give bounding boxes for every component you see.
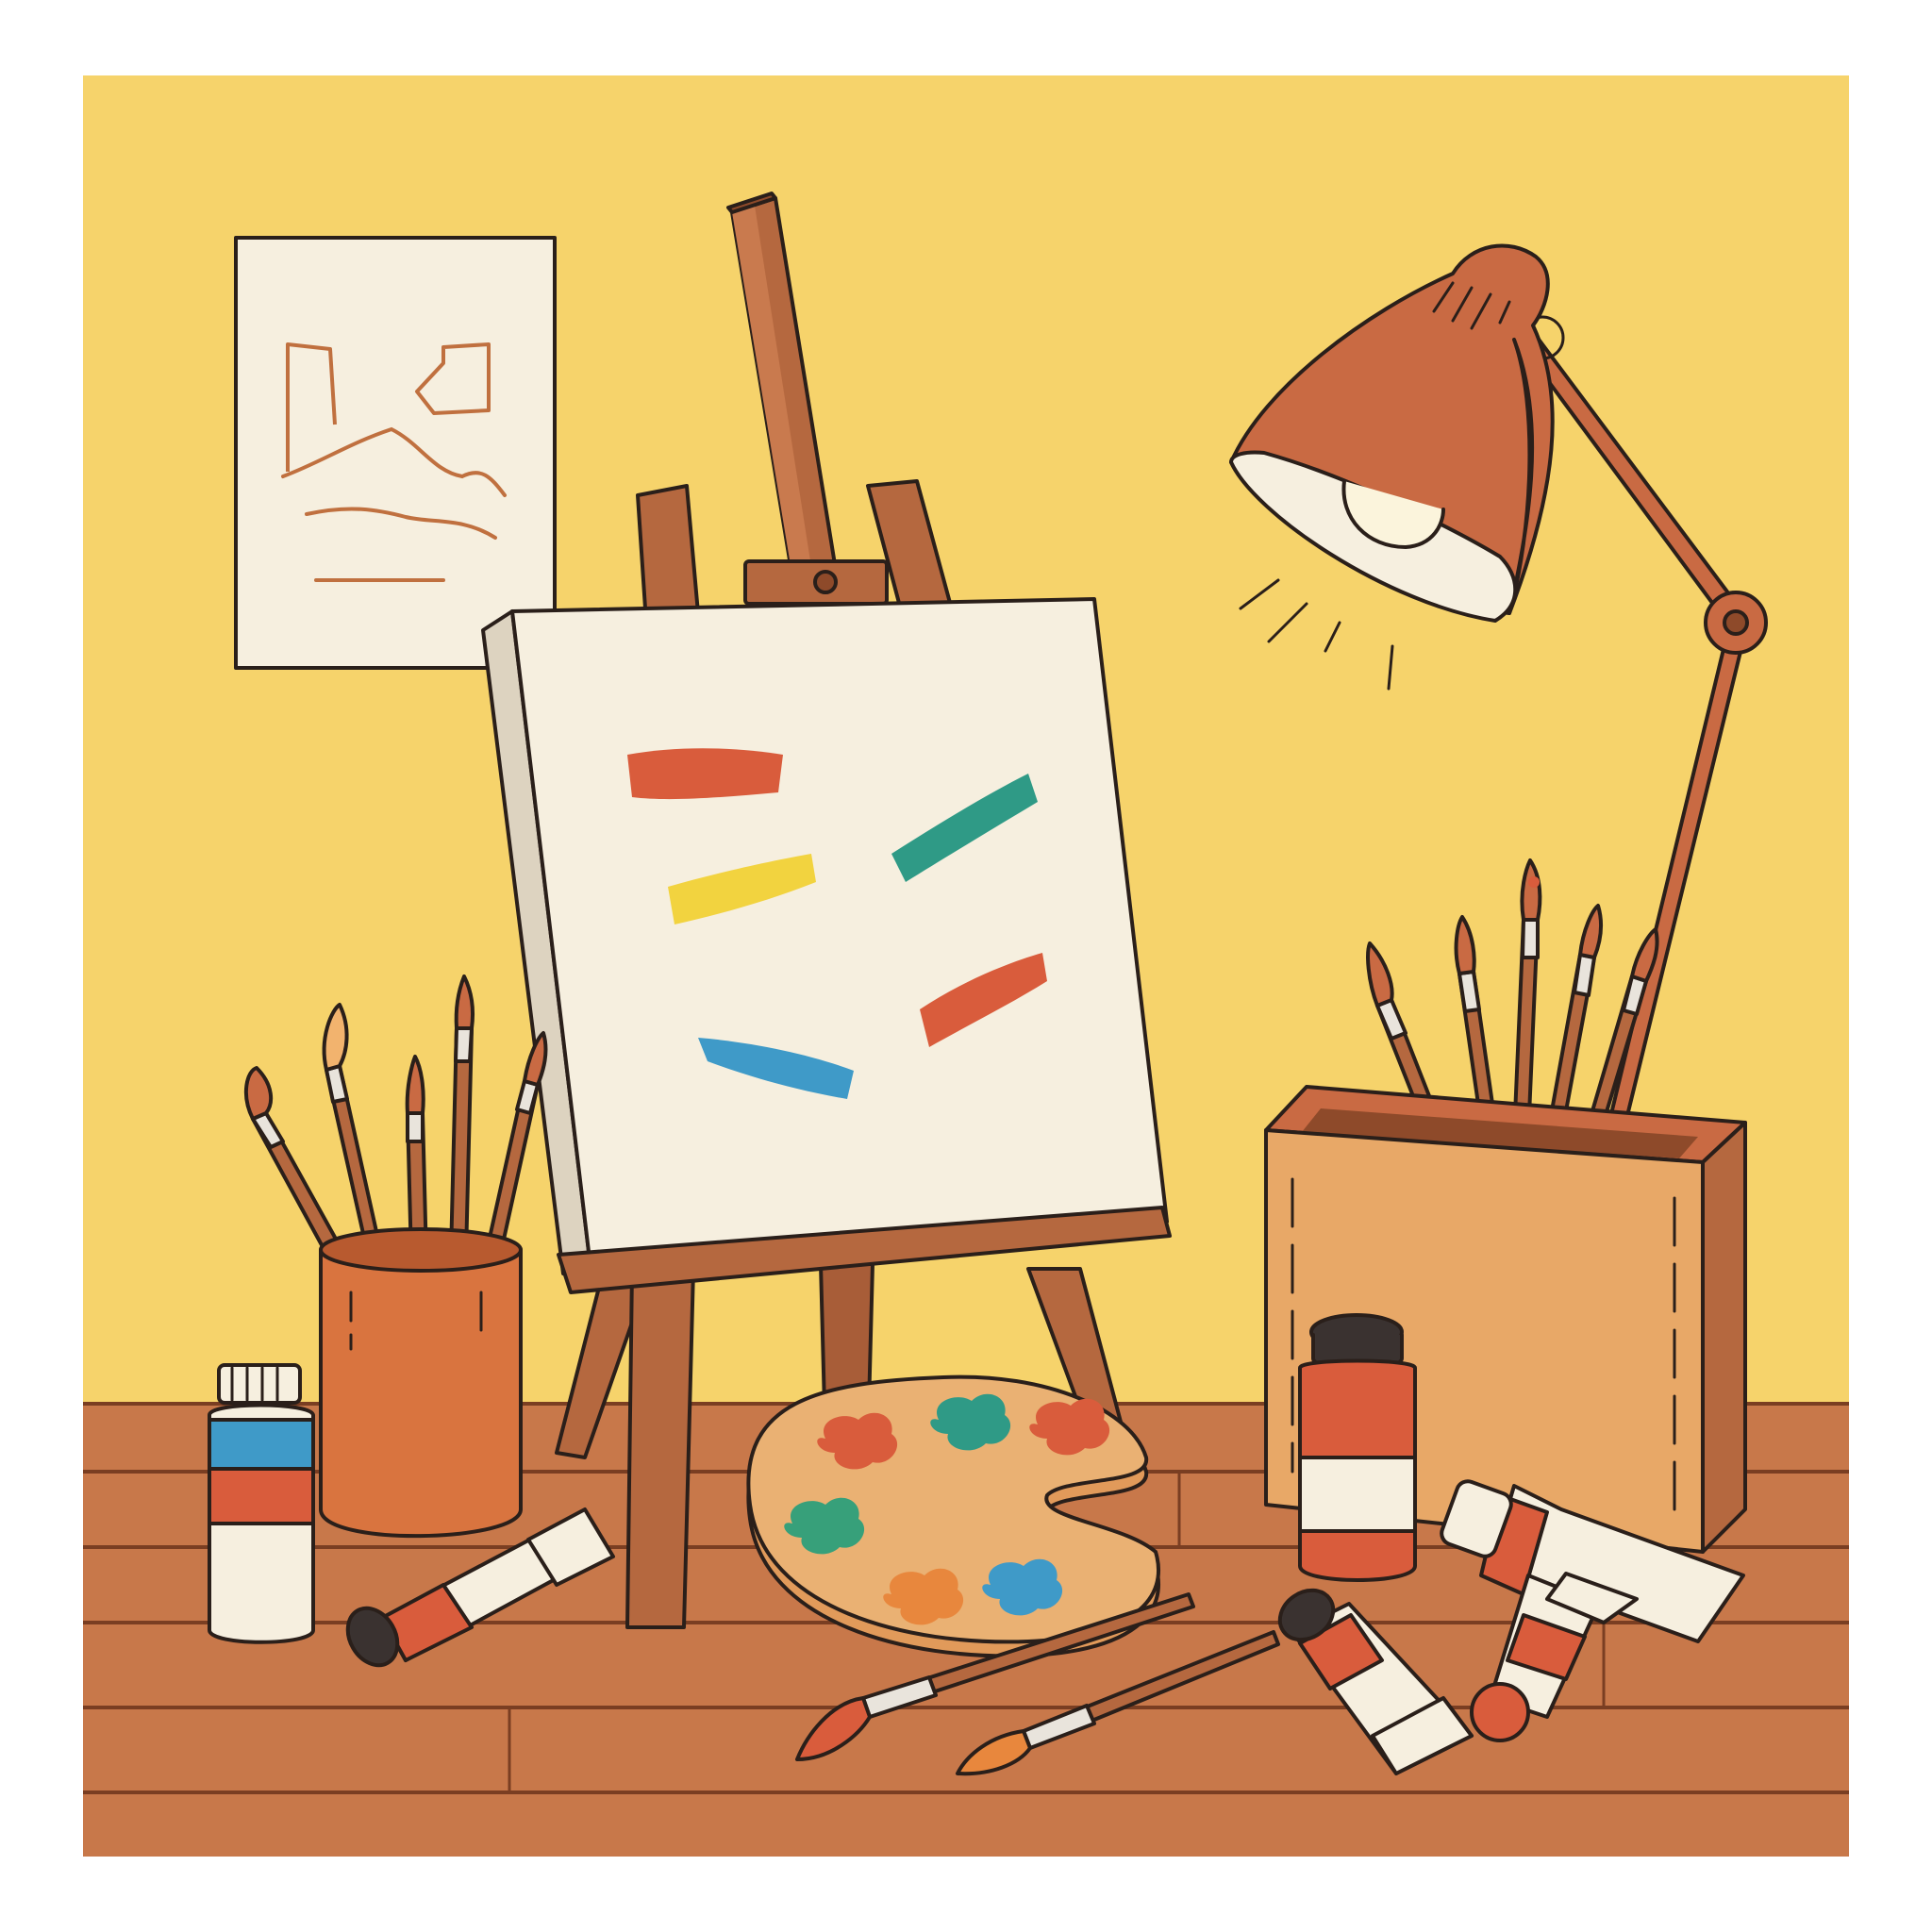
framed-sketch-icon [234, 236, 557, 670]
canvas-paint-stroke-red [627, 748, 783, 800]
art-studio-illustration [0, 0, 1932, 1932]
paint-bottle-icon [1298, 1313, 1417, 1582]
canvas-icon [481, 597, 1172, 1294]
paint-bottle-icon [208, 1363, 315, 1644]
